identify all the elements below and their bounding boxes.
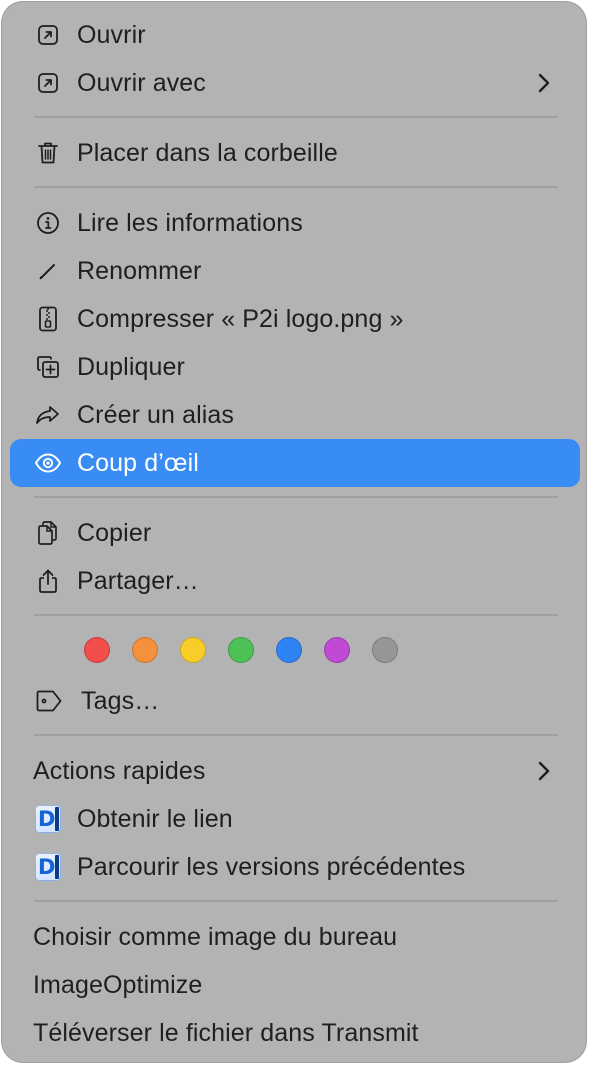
menu-item-label: Ouvrir [77,20,146,49]
duplicate-icon [34,353,62,381]
open-arrow-icon [34,69,62,97]
menu-item-label: Créer un alias [77,400,235,429]
chevron-right-icon [538,73,550,93]
separator [34,900,558,902]
menu-item-label: Renommer [77,256,202,285]
menu-item-quick-look[interactable]: Coup d’œil [10,439,580,487]
menu-item-label: Coup d’œil [77,448,199,477]
tag-color-yellow[interactable] [180,637,206,663]
menu-item-tags[interactable]: Tags… [1,677,587,725]
pencil-icon [34,257,62,285]
share-icon [34,567,62,595]
menu-item-label: Compresser « P2i logo.png » [77,304,404,333]
menu-item-get-link[interactable]: D Obtenir le lien [1,795,587,843]
menu-item-rename[interactable]: Renommer [1,247,587,295]
menu-item-label: Tags… [81,686,160,715]
separator [34,116,558,118]
menu-item-label: Copier [77,518,152,547]
menu-item-upload-transmit[interactable]: Téléverser le fichier dans Transmit [1,1009,587,1057]
dropshare-app-icon: D [34,853,62,881]
context-menu: Ouvrir Ouvrir avec Placer dans la corbei… [1,1,587,1063]
tag-color-orange[interactable] [132,637,158,663]
menu-item-image-optimize[interactable]: ImageOptimize [1,961,587,1009]
menu-item-label: Ouvrir avec [77,68,206,97]
menu-item-open-with[interactable]: Ouvrir avec [1,59,587,107]
tag-icon [35,687,63,715]
menu-item-quick-actions[interactable]: Actions rapides [1,747,587,795]
app-logo: D [35,853,61,881]
menu-item-copy[interactable]: Copier [1,509,587,557]
alias-arrow-icon [34,401,62,429]
separator [34,734,558,736]
menu-item-label: Parcourir les versions précédentes [77,852,466,881]
menu-item-label: Obtenir le lien [77,804,233,833]
menu-item-share[interactable]: Partager… [1,557,587,605]
menu-item-label: Téléverser le fichier dans Transmit [33,1018,419,1047]
menu-item-label: Placer dans la corbeille [77,138,338,167]
eye-icon [34,449,62,477]
trash-icon [34,139,62,167]
menu-item-open[interactable]: Ouvrir [1,11,587,59]
menu-item-trash[interactable]: Placer dans la corbeille [1,129,587,177]
chevron-right-icon [538,761,550,781]
separator [34,614,558,616]
app-logo: D [35,805,61,833]
menu-item-label: Actions rapides [33,756,206,785]
menu-item-make-alias[interactable]: Créer un alias [1,391,587,439]
tag-color-red[interactable] [84,637,110,663]
tag-color-purple[interactable] [324,637,350,663]
separator [34,496,558,498]
menu-item-label: Partager… [77,566,199,595]
menu-item-browse-versions[interactable]: D Parcourir les versions précédentes [1,843,587,891]
tag-color-gray[interactable] [372,637,398,663]
menu-item-label: Dupliquer [77,352,185,381]
menu-item-compress[interactable]: Compresser « P2i logo.png » [1,295,587,343]
menu-item-label: Choisir comme image du bureau [33,922,398,951]
zip-archive-icon [34,305,62,333]
separator [34,186,558,188]
info-icon [34,209,62,237]
menu-item-get-info[interactable]: Lire les informations [1,199,587,247]
copy-document-icon [34,519,62,547]
menu-item-label: Lire les informations [77,208,303,237]
open-arrow-icon [34,21,62,49]
menu-item-set-desktop-picture[interactable]: Choisir comme image du bureau [1,913,587,961]
dropshare-app-icon: D [34,805,62,833]
menu-item-label: ImageOptimize [33,970,203,999]
tag-color-blue[interactable] [276,637,302,663]
menu-item-duplicate[interactable]: Dupliquer [1,343,587,391]
tag-color-green[interactable] [228,637,254,663]
